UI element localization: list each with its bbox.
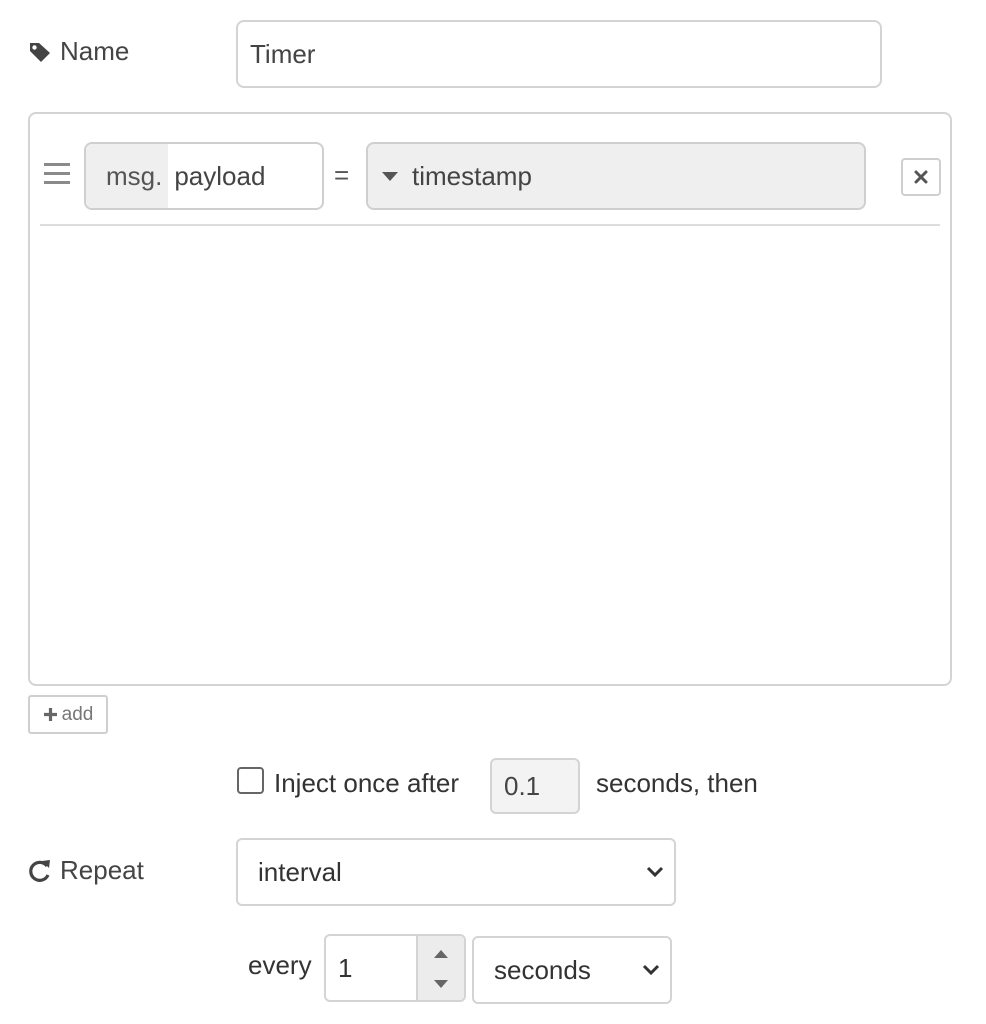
interval-unit-value: seconds [494, 954, 591, 985]
repeat-mode-value: interval [258, 856, 342, 887]
close-icon [914, 170, 928, 184]
chevron-down-icon [646, 866, 664, 878]
caret-down-icon [382, 171, 398, 181]
every-label: every [248, 950, 312, 980]
repeat-label-text: Repeat [60, 855, 144, 885]
spinner-down-icon[interactable] [434, 980, 448, 988]
add-button-label: add [61, 703, 94, 725]
property-type-prefix[interactable]: msg. [86, 144, 169, 208]
name-input-value: Timer [250, 38, 316, 69]
interval-value: 1 [338, 953, 353, 983]
property-name-text: payload [174, 160, 266, 191]
plus-icon [43, 708, 57, 721]
interval-unit-select[interactable]: seconds [472, 936, 672, 1004]
add-rule-button[interactable]: add [28, 695, 108, 734]
value-type-text: timestamp [412, 160, 532, 191]
inject-once-label: Inject once after [274, 768, 459, 798]
equals-sign: = [334, 160, 350, 190]
tag-icon [30, 42, 50, 62]
refresh-icon [29, 859, 50, 882]
property-typed-input[interactable]: msg. payload [84, 142, 324, 210]
property-name-field[interactable]: payload [168, 144, 265, 208]
spinner-up-icon[interactable] [434, 950, 448, 958]
inject-delay-input[interactable]: 0.1 [490, 758, 580, 814]
rule-divider [40, 224, 940, 226]
inject-delay-value: 0.1 [504, 770, 541, 801]
name-label-text: Name [60, 36, 130, 66]
interval-spinner[interactable]: 1 [324, 934, 466, 1002]
drag-handle-icon[interactable] [44, 163, 70, 187]
name-input[interactable]: Timer [236, 20, 882, 88]
name-label: Name [28, 36, 129, 67]
property-list: msg. payload = timestamp [28, 112, 952, 686]
value-type-select[interactable]: timestamp [366, 142, 866, 210]
chevron-down-icon [642, 964, 660, 976]
spinner-buttons [416, 936, 464, 1000]
inject-delay-suffix: seconds, then [596, 768, 758, 798]
inject-once-checkbox[interactable] [237, 767, 264, 794]
remove-rule-button[interactable] [901, 158, 941, 196]
property-type-prefix-text: msg. [106, 160, 163, 191]
repeat-label: Repeat [28, 855, 144, 886]
repeat-mode-select[interactable]: interval [236, 838, 676, 906]
